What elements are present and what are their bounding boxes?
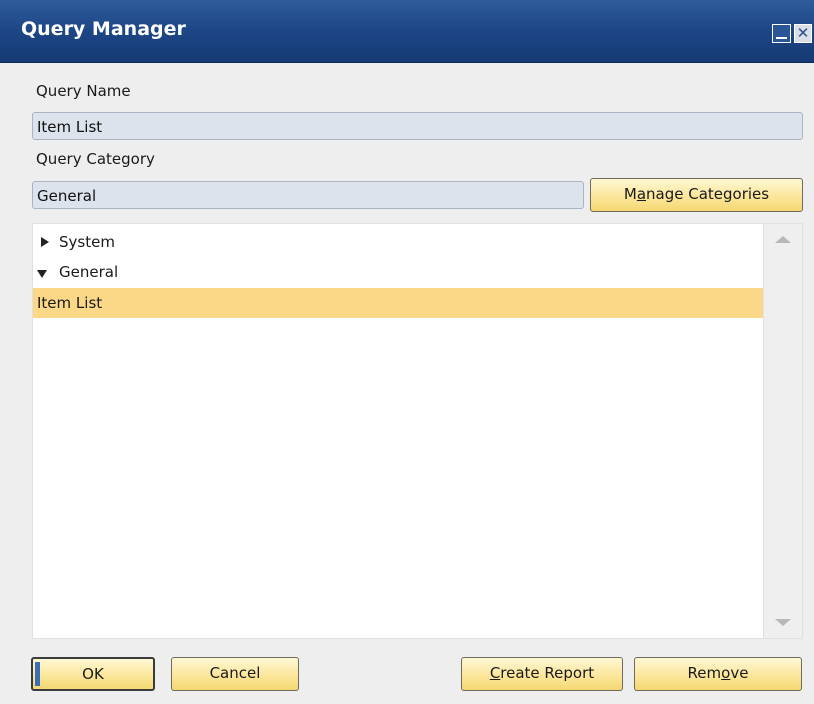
query-category-label: Query Category [36, 150, 155, 168]
manage-categories-button[interactable]: Manage Categories [590, 178, 803, 212]
caret-right-icon[interactable] [41, 237, 49, 247]
close-icon[interactable]: ✕ [794, 24, 812, 43]
remove-label-part: Rem [687, 664, 722, 682]
title-bar[interactable]: Query Manager ✕ [0, 0, 814, 63]
query-name-label: Query Name [36, 82, 131, 100]
create-report-mnemonic: C [489, 664, 501, 682]
minimize-icon[interactable] [772, 24, 791, 43]
remove-button[interactable]: Remove [634, 657, 802, 691]
window-title: Query Manager [21, 18, 186, 40]
vertical-scrollbar[interactable] [763, 224, 802, 638]
tree-item-general[interactable]: General [33, 257, 764, 287]
caret-down-icon[interactable] [37, 270, 47, 278]
focus-indicator [35, 662, 40, 686]
manage-categories-mnemonic: a [636, 185, 647, 203]
tree-item-label: Item List [37, 294, 103, 312]
tree-item-system[interactable]: System [33, 227, 764, 257]
scroll-down-icon[interactable] [775, 619, 791, 626]
scroll-up-icon[interactable] [775, 236, 791, 243]
ok-button[interactable]: OK [31, 657, 155, 691]
create-report-label-rest: reate Report [500, 664, 595, 682]
tree-item-item-list[interactable]: Item List [33, 288, 764, 318]
ok-label: OK [82, 665, 104, 683]
tree-item-label: General [59, 263, 119, 281]
cancel-label: Cancel [209, 664, 261, 682]
remove-mnemonic: o [721, 664, 731, 682]
cancel-button[interactable]: Cancel [171, 657, 299, 691]
query-tree[interactable]: System General Item List [32, 223, 803, 639]
query-category-field[interactable]: General [32, 181, 584, 209]
remove-label-rest: ve [730, 664, 749, 682]
create-report-button[interactable]: Create Report [461, 657, 623, 691]
manage-categories-label-rest: nage Categories [646, 185, 770, 203]
query-manager-window: Query Manager ✕ Query Name Item List Que… [0, 0, 814, 704]
tree-item-label: System [59, 233, 115, 251]
query-name-field[interactable]: Item List [32, 112, 803, 140]
manage-categories-label-part: M [623, 185, 637, 203]
